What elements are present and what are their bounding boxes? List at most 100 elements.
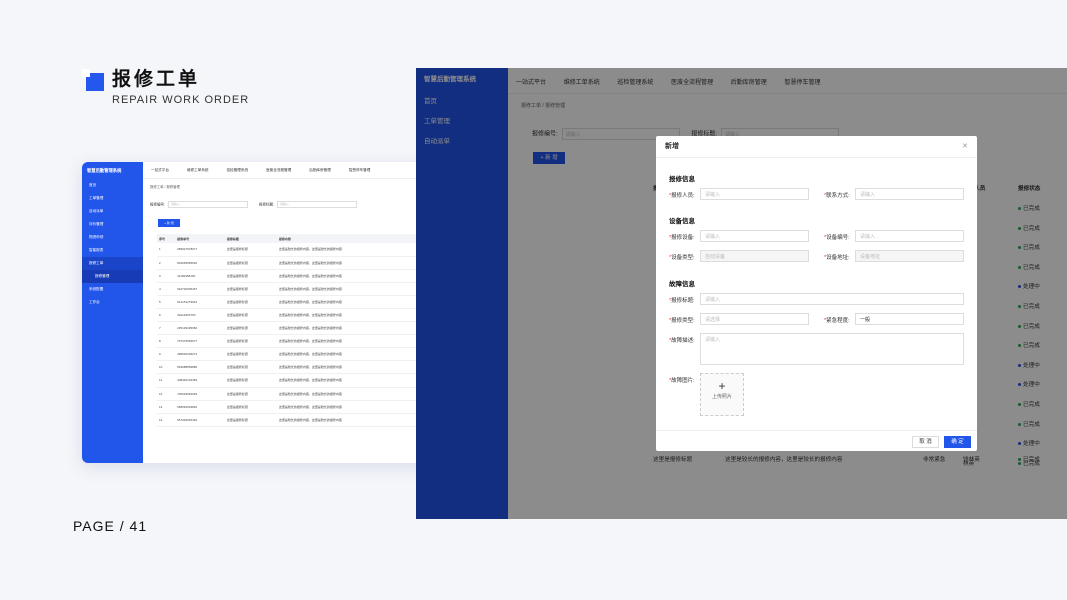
table-cell: 235139195966 xyxy=(175,321,225,336)
table-cell: 这里是较长的报修内容，这里是较长的报修内容 xyxy=(276,295,424,309)
title-accent-square xyxy=(82,69,104,91)
modal-title: 新增 xyxy=(665,143,679,150)
add-button[interactable]: + 新 增 xyxy=(158,219,180,227)
nav-item[interactable]: 后勤库房管理 xyxy=(309,168,331,173)
nav-item[interactable]: 巡检管理系统 xyxy=(227,168,249,173)
table-cell: 914151279943 xyxy=(175,295,225,309)
table-cell: 14 xyxy=(157,413,176,427)
sidebar-item-dispatch[interactable]: 自动派单 xyxy=(82,205,143,218)
table-cell: 10 xyxy=(157,360,176,375)
table-cell: 这里是较长的报修内容，这里是较长的报修内容 xyxy=(276,413,424,427)
table-cell: 767076693677 xyxy=(175,334,225,349)
table-cell: 653088559886 xyxy=(175,360,225,375)
page-number: PAGE / 41 xyxy=(73,518,148,534)
table-cell: 这里是较长的报修内容，这里是较长的报修内容 xyxy=(276,282,424,296)
page-title: 报修工单 xyxy=(112,69,201,90)
table-cell: 557040025440 xyxy=(175,413,225,427)
reporter-input[interactable]: 请输入 xyxy=(700,188,809,200)
fault-type-select[interactable]: 请选择 xyxy=(700,313,809,325)
order-no-input[interactable]: 请输入 xyxy=(167,201,248,208)
section-title: 设备信息 xyxy=(669,218,695,225)
nav-item[interactable]: 智慧停车管理 xyxy=(349,168,371,173)
nav-item[interactable]: 医废全流程管理 xyxy=(266,168,291,173)
field-label: *联系方式: xyxy=(824,193,850,199)
plus-icon: + xyxy=(718,379,726,393)
device-no-input[interactable]: 请输入 xyxy=(855,230,964,242)
sidebar: 智慧后勤管理系统 首页 工单管理 自动派单 评价管理 物资申领 智能报表 报修工… xyxy=(82,162,143,463)
sidebar-item-repair[interactable]: 报修工单 xyxy=(82,257,143,270)
field-label: *设备编号: xyxy=(824,235,850,241)
add-modal: 新增 ✕ 报修信息 *报修人员: 请输入 *联系方式: 请输入 设备信息 *报修设… xyxy=(656,136,977,451)
sidebar-item-supplies[interactable]: 物资申领 xyxy=(82,231,143,244)
table-cell: 706029963093 xyxy=(175,387,225,401)
label: 报修编号: xyxy=(150,202,165,207)
field-label: *报修人员: xyxy=(669,193,695,199)
table-cell: 这里是较长的报修内容，这里是较长的报修内容 xyxy=(276,243,424,257)
cancel-button[interactable]: 取 消 xyxy=(912,436,939,448)
confirm-button[interactable]: 确 定 xyxy=(944,436,971,448)
table-cell: 这里是报修标题 xyxy=(224,308,277,323)
table-cell: 这里是报修标题 xyxy=(224,321,277,336)
table-cell: 这里是报修标题 xyxy=(224,400,277,414)
field-label: *故障描述: xyxy=(669,338,695,344)
column-header: 报修标题 xyxy=(224,234,277,243)
table-cell: 804683565646 xyxy=(175,256,225,270)
app-brand: 智慧后勤管理系统 xyxy=(87,168,122,173)
table-cell: 这里是报修标题 xyxy=(224,334,277,349)
device-type-select: 自动设备 xyxy=(700,250,809,262)
sidebar-item-evaluate[interactable]: 评价管理 xyxy=(82,218,143,231)
title-input[interactable]: 请输入 xyxy=(276,201,357,208)
column-header: 报修内容 xyxy=(276,234,424,243)
nav-item[interactable]: 一站式平台 xyxy=(151,168,169,173)
table-cell: 8 xyxy=(157,334,176,349)
fault-desc-textarea[interactable]: 请输入 xyxy=(700,333,964,365)
field-label: *报修类型: xyxy=(669,318,695,324)
column-header: 报修单号 xyxy=(175,234,225,243)
field-label: *紧急程度: xyxy=(824,318,850,324)
contact-input[interactable]: 请输入 xyxy=(855,188,964,200)
table-cell: 932726005457 xyxy=(175,282,225,296)
field-label: *故障图片: xyxy=(669,378,695,384)
upload-button[interactable]: + 上传照片 xyxy=(700,373,744,416)
table-cell: 289927978077 xyxy=(175,243,225,257)
table-cell: 这里是较长的报修内容，这里是较长的报修内容 xyxy=(276,269,424,283)
modal-footer: 取 消 确 定 xyxy=(656,430,977,451)
table-cell: 41169368100 xyxy=(175,269,225,283)
table-cell: 7 xyxy=(157,321,176,336)
table-cell: 这里是报修标题 xyxy=(224,413,277,427)
sidebar-item-reports[interactable]: 智能报表 xyxy=(82,244,143,257)
table-cell: 这里是较长的报修内容，这里是较长的报修内容 xyxy=(276,347,424,362)
field-label: *报修设备: xyxy=(669,235,695,241)
sidebar-item-config[interactable]: 系统配置 xyxy=(82,283,143,296)
sidebar-item-orders[interactable]: 工单管理 xyxy=(82,192,143,205)
table-cell: 这里是较长的报修内容，这里是较长的报修内容 xyxy=(276,321,424,336)
label: 报修标题: xyxy=(258,202,274,207)
column-header: 序号 xyxy=(157,234,176,243)
table-cell: 这里是报修标题 xyxy=(224,295,277,309)
table-cell: 5 xyxy=(157,295,176,309)
sidebar-item-home[interactable]: 首页 xyxy=(82,179,143,192)
table-cell: 408440129483 xyxy=(175,373,225,388)
fault-title-input[interactable]: 请输入 xyxy=(700,293,964,305)
table-cell: 这里是较长的报修内容，这里是较长的报修内容 xyxy=(276,360,424,375)
table-cell: 这里是报修标题 xyxy=(224,282,277,296)
sidebar-item-workbench[interactable]: 工作台 xyxy=(82,296,143,309)
table-cell: 6 xyxy=(157,308,176,323)
table-cell: 这里是较长的报修内容，这里是较长的报修内容 xyxy=(276,387,424,401)
urgency-select[interactable]: 一般 xyxy=(855,313,964,325)
table-cell: 这里是较长的报修内容，这里是较长的报修内容 xyxy=(276,308,424,323)
table-cell: 这里是报修标题 xyxy=(224,387,277,401)
table-cell: 1 xyxy=(157,243,176,257)
nav-item[interactable]: 维修工单系统 xyxy=(187,168,209,173)
table-cell: 3 xyxy=(157,269,176,283)
section-title: 报修信息 xyxy=(669,176,695,183)
table-cell: 这里是较长的报修内容，这里是较长的报修内容 xyxy=(276,334,424,349)
sidebar-item-repair-manage[interactable]: 报修管理 xyxy=(82,270,143,283)
field-label: *报修标题: xyxy=(669,298,695,304)
device-input[interactable]: 请输入 xyxy=(700,230,809,242)
table-cell: 2 xyxy=(157,256,176,270)
field-label: *设备地址: xyxy=(824,255,850,261)
table-cell: 这里是报修标题 xyxy=(224,256,277,270)
table-cell: 这里是较长的报修内容，这里是较长的报修内容 xyxy=(276,373,424,388)
close-icon[interactable]: ✕ xyxy=(962,136,968,158)
